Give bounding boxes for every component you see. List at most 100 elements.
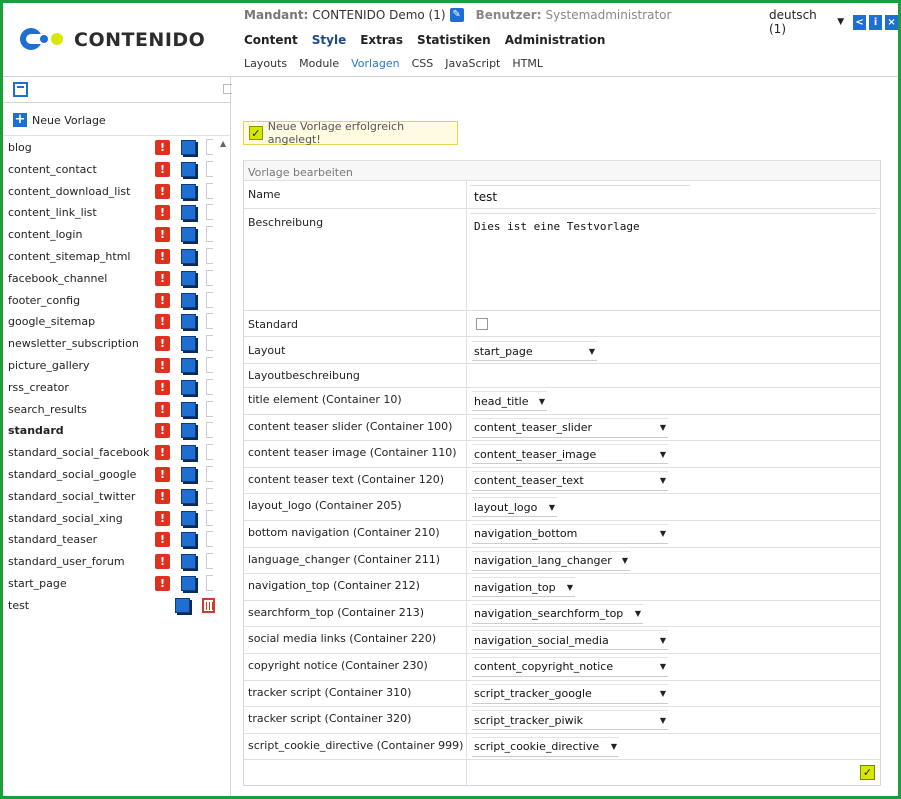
template-list-item[interactable]: standard_social_twitter! bbox=[3, 486, 231, 508]
copy-icon[interactable] bbox=[181, 379, 196, 395]
container-module-select[interactable]: content_teaser_text ▼ bbox=[472, 470, 668, 491]
main-nav-style[interactable]: Style bbox=[312, 33, 346, 47]
template-name[interactable]: content_download_list bbox=[8, 185, 130, 198]
template-list-item[interactable]: newsletter_subscription! bbox=[3, 333, 231, 355]
template-name[interactable]: start_page bbox=[8, 577, 67, 590]
container-module-select[interactable]: layout_logo ▼ bbox=[472, 497, 557, 518]
template-name[interactable]: footer_config bbox=[8, 294, 80, 307]
container-module-select[interactable]: script_tracker_piwik ▼ bbox=[472, 710, 668, 731]
template-list-item[interactable]: start_page! bbox=[3, 573, 231, 595]
template-name[interactable]: search_results bbox=[8, 403, 87, 416]
template-name[interactable]: content_link_list bbox=[8, 206, 97, 219]
sub-nav-module[interactable]: Module bbox=[299, 57, 339, 70]
container-module-select[interactable]: content_teaser_slider ▼ bbox=[472, 417, 668, 438]
container-module-select[interactable]: script_tracker_google ▼ bbox=[472, 683, 668, 704]
container-module-select[interactable]: navigation_social_media ▼ bbox=[472, 630, 668, 651]
template-list-item[interactable]: facebook_channel! bbox=[3, 268, 231, 290]
description-field[interactable]: Dies ist eine Testvorlage bbox=[470, 213, 876, 303]
template-name[interactable]: google_sitemap bbox=[8, 315, 95, 328]
template-name[interactable]: content_sitemap_html bbox=[8, 250, 130, 263]
template-name[interactable]: standard_social_google bbox=[8, 468, 136, 481]
sub-nav-javascript[interactable]: JavaScript bbox=[445, 57, 500, 70]
template-name[interactable]: picture_gallery bbox=[8, 359, 90, 372]
template-list-item[interactable]: standard_social_facebook! bbox=[3, 442, 231, 464]
copy-icon[interactable] bbox=[181, 292, 196, 308]
main-nav-content[interactable]: Content bbox=[244, 33, 298, 47]
template-name[interactable]: content_contact bbox=[8, 163, 97, 176]
copy-icon[interactable] bbox=[181, 532, 196, 548]
copy-icon[interactable] bbox=[181, 423, 196, 439]
template-list-item[interactable]: blog! bbox=[3, 137, 231, 159]
container-module-select[interactable]: script_cookie_directive ▼ bbox=[472, 736, 619, 757]
template-name[interactable]: standard_social_twitter bbox=[8, 490, 135, 503]
copy-icon[interactable] bbox=[181, 161, 196, 177]
copy-icon[interactable] bbox=[181, 510, 196, 526]
sub-nav-layouts[interactable]: Layouts bbox=[244, 57, 287, 70]
name-field[interactable] bbox=[470, 185, 690, 207]
copy-icon[interactable] bbox=[175, 597, 190, 613]
delete-icon[interactable] bbox=[202, 597, 215, 613]
template-list-item[interactable]: content_sitemap_html! bbox=[3, 246, 231, 268]
template-name[interactable]: content_login bbox=[8, 228, 82, 241]
copy-icon[interactable] bbox=[181, 205, 196, 221]
copy-icon[interactable] bbox=[181, 314, 196, 330]
main-nav-administration[interactable]: Administration bbox=[505, 33, 606, 47]
sub-nav-html[interactable]: HTML bbox=[512, 57, 543, 70]
template-list-item[interactable]: standard! bbox=[3, 420, 231, 442]
template-name[interactable]: standard_teaser bbox=[8, 533, 97, 546]
template-list-item[interactable]: search_results! bbox=[3, 399, 231, 421]
container-module-select[interactable]: head_title ▼ bbox=[472, 391, 547, 411]
contenido-logo[interactable]: CONTENIDO bbox=[17, 23, 217, 55]
copy-icon[interactable] bbox=[181, 140, 196, 155]
save-button[interactable]: ✓ bbox=[860, 765, 875, 781]
template-list-item[interactable]: footer_config! bbox=[3, 290, 231, 312]
container-module-select[interactable]: navigation_searchform_top ▼ bbox=[472, 603, 643, 624]
container-module-select[interactable]: navigation_top ▼ bbox=[472, 577, 575, 598]
edit-mandant-icon[interactable]: ✎ bbox=[449, 8, 464, 22]
container-module-select[interactable]: navigation_bottom ▼ bbox=[472, 523, 668, 544]
template-name[interactable]: facebook_channel bbox=[8, 272, 107, 285]
copy-icon[interactable] bbox=[181, 488, 196, 504]
new-template-button[interactable]: + Neue Vorlage bbox=[13, 113, 106, 127]
template-list-item[interactable]: standard_social_xing! bbox=[3, 508, 231, 530]
template-name[interactable]: standard_user_forum bbox=[8, 555, 125, 568]
copy-icon[interactable] bbox=[181, 445, 196, 461]
copy-icon[interactable] bbox=[181, 183, 196, 199]
copy-icon[interactable] bbox=[181, 575, 196, 591]
main-nav-statistiken[interactable]: Statistiken bbox=[417, 33, 491, 47]
template-list-item[interactable]: content_download_list! bbox=[3, 181, 231, 203]
layout-select[interactable]: start_page ▼ bbox=[472, 341, 597, 361]
template-name[interactable]: standard_social_xing bbox=[8, 512, 123, 525]
template-list-item[interactable]: content_link_list! bbox=[3, 202, 231, 224]
copy-icon[interactable] bbox=[181, 336, 196, 352]
sub-nav-css[interactable]: CSS bbox=[412, 57, 434, 70]
copy-icon[interactable] bbox=[181, 227, 196, 243]
main-nav-extras[interactable]: Extras bbox=[360, 33, 403, 47]
info-icon[interactable]: i bbox=[869, 14, 883, 30]
template-list-item[interactable]: content_login! bbox=[3, 224, 231, 246]
copy-icon[interactable] bbox=[181, 248, 196, 264]
copy-icon[interactable] bbox=[181, 357, 196, 373]
container-module-select[interactable]: content_teaser_image ▼ bbox=[472, 444, 668, 465]
template-name[interactable]: standard_social_facebook bbox=[8, 446, 149, 459]
template-name[interactable]: blog bbox=[8, 141, 32, 154]
template-name[interactable]: test bbox=[8, 599, 29, 612]
copy-icon[interactable] bbox=[181, 554, 196, 570]
template-name[interactable]: standard bbox=[8, 424, 64, 437]
close-icon[interactable]: × bbox=[885, 14, 898, 30]
template-name[interactable]: newsletter_subscription bbox=[8, 337, 139, 350]
template-list-item[interactable]: test bbox=[3, 595, 231, 617]
template-list-item[interactable]: standard_user_forum! bbox=[3, 551, 231, 573]
template-name[interactable]: rss_creator bbox=[8, 381, 69, 394]
template-list-item[interactable]: google_sitemap! bbox=[3, 311, 231, 333]
template-list-item[interactable]: rss_creator! bbox=[3, 377, 231, 399]
container-module-select[interactable]: navigation_lang_changer ▼ bbox=[472, 550, 630, 571]
sub-nav-vorlagen[interactable]: Vorlagen bbox=[351, 57, 399, 70]
language-selector[interactable]: deutsch (1) ▼ < i × bbox=[769, 8, 898, 36]
frame-toggle-icon[interactable] bbox=[13, 82, 28, 97]
copy-icon[interactable] bbox=[181, 270, 196, 286]
container-module-select[interactable]: content_copyright_notice ▼ bbox=[472, 656, 668, 677]
template-list-item[interactable]: standard_social_google! bbox=[3, 464, 231, 486]
copy-icon[interactable] bbox=[181, 466, 196, 482]
standard-checkbox[interactable] bbox=[476, 318, 488, 330]
